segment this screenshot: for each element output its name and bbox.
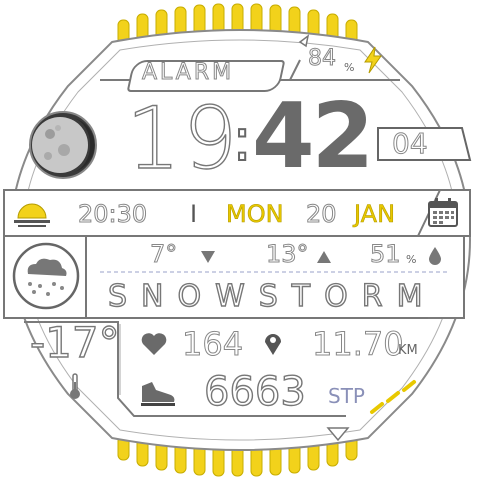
arrow-down-icon xyxy=(201,251,215,263)
date-separator: I xyxy=(190,200,198,228)
battery-unit: % xyxy=(344,61,355,74)
location-pin-icon xyxy=(265,334,281,355)
heart-rate-value: 164 xyxy=(181,325,244,363)
shoe-icon xyxy=(141,382,175,406)
droplet-icon xyxy=(429,247,441,265)
charging-bolt-icon xyxy=(364,46,382,74)
steps-unit: STP xyxy=(328,384,365,408)
arrow-up-icon xyxy=(317,251,331,263)
distance-value: 11.70 xyxy=(312,325,405,363)
battery-value: 84 xyxy=(308,46,337,71)
weather-low-temp: 7° xyxy=(149,240,178,268)
heart-icon xyxy=(141,333,167,355)
time-hour: 19 xyxy=(125,89,240,189)
date-day: 20 xyxy=(306,200,338,228)
weather-cloud-icon xyxy=(12,242,80,310)
time-separator: : xyxy=(231,105,253,175)
moon-phase-icon xyxy=(29,111,97,179)
weather-high-temp: 13° xyxy=(266,240,310,268)
alarm-label: ALARM xyxy=(141,60,235,85)
weather-humidity: 51 xyxy=(370,240,402,268)
watch-face: ALARM 84 % 19 : 42 04 20:30 I MON 20 JAN xyxy=(0,0,480,480)
date-month: JAN xyxy=(354,200,396,228)
weather-current-temp: -17° xyxy=(29,318,120,367)
weather-humidity-unit: % xyxy=(406,253,417,266)
sunset-time: 20:30 xyxy=(77,200,148,228)
time-minute: 42 xyxy=(252,84,374,189)
time-seconds: 04 xyxy=(392,127,429,160)
steps-value: 6663 xyxy=(203,369,306,415)
distance-unit: KM xyxy=(398,343,418,358)
weather-condition: SNOWSTORM xyxy=(107,279,437,314)
date-weekday: MON xyxy=(226,200,284,228)
calendar-icon[interactable] xyxy=(426,196,460,230)
sunset-icon xyxy=(14,203,50,227)
thermometer-icon xyxy=(70,373,80,399)
